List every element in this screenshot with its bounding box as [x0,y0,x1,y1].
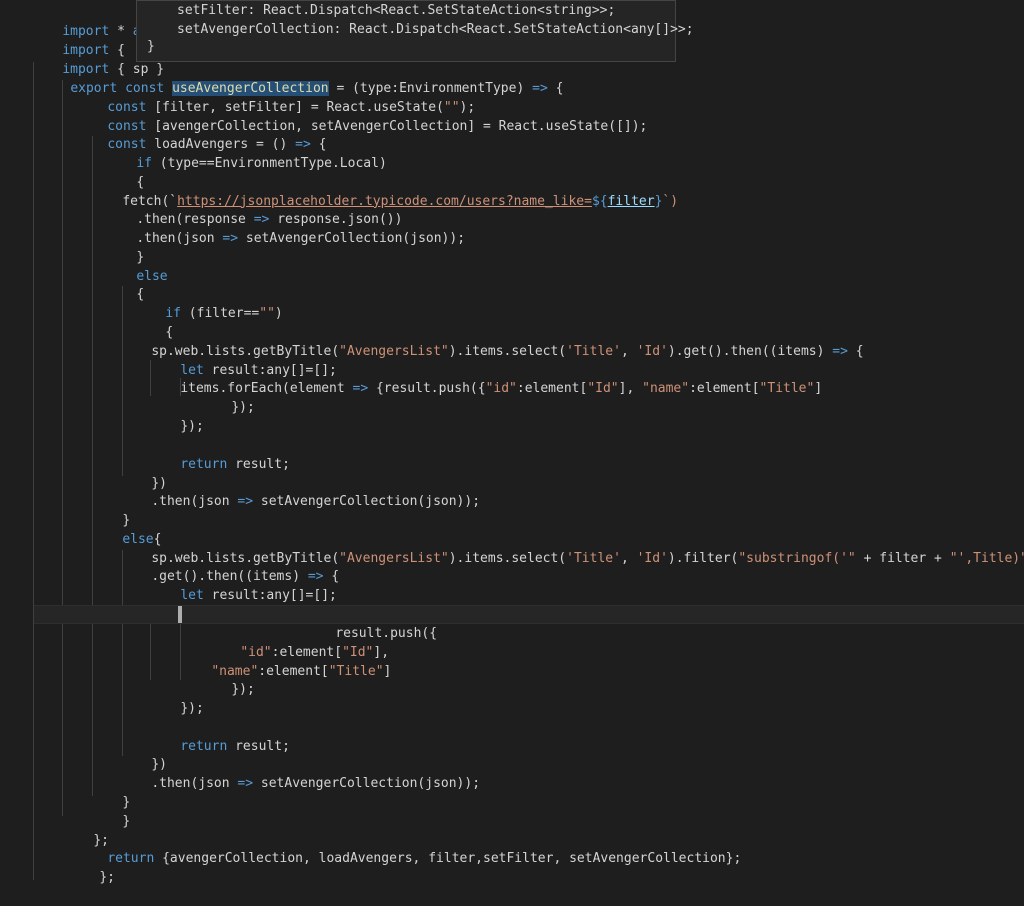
code-line: let result:any[]=[]; [149,568,1024,603]
code-line: let result:any[]=[]; [149,343,1024,378]
code-line: "name":element["Title"] [180,644,1024,679]
code-line: const loadAvengers = () => { [76,117,1024,152]
code-line: { [105,155,1024,190]
tooltip-line: setFilter: React.Dispatch<React.SetState… [177,3,616,18]
code-line: } [91,775,1024,810]
code-token: }); [180,700,204,716]
code-line: return result; [149,719,1024,754]
code-line: items.forEach(element => {result.push({"… [149,361,1024,396]
code-line: { [134,305,1024,340]
code-line: }) [120,737,1024,772]
code-line: sp.web.lists.getByTitle("AvengersList").… [120,324,1024,359]
code-line: else [105,249,1024,284]
tooltip-brace: } [147,39,155,54]
code-line: } [91,493,1024,528]
code-line: if (type==EnvironmentType.Local) [105,136,1024,171]
code-line: }); [149,399,1024,434]
code-line: sp.web.lists.getByTitle("AvengersList").… [120,531,1024,566]
code-line: fetch(`https://jsonplaceholder.typicode.… [91,174,1024,209]
code-line: } [91,794,1024,829]
code-line: if (filter=="") [134,286,1024,321]
code-line: }) [120,456,1024,491]
code-line: }; [62,813,1024,848]
code-line: }; [68,850,1024,885]
code-line: const [avengerCollection, setAvengerColl… [76,99,1024,134]
code-line: export const useAvengerCollection = (typ… [39,61,1024,96]
tooltip-line: setAvengerCollection: React.Dispatch<Rea… [177,22,694,37]
code-token: }); [180,418,204,434]
code-line: return {avengerCollection, loadAvengers,… [76,831,1024,866]
text-cursor [178,606,182,623]
code-line: .then(json => setAvengerCollection(json)… [120,756,1024,791]
code-line: const [filter, setFilter] = React.useSta… [107,99,476,115]
code-line: .get().then((items) => { [120,549,1024,584]
code-line: .then(json => setAvengerCollection(json)… [105,211,1024,246]
code-line: .then(json => setAvengerCollection(json)… [120,474,1024,509]
indent-guide [92,136,93,796]
code-line: items.forEach(element => { [149,587,1024,622]
code-line: else{ [91,512,1024,547]
code-token: }; [99,869,115,885]
code-line: }); [149,681,1024,716]
code-line: }); [200,380,1024,415]
indent-guide [33,62,34,880]
hover-tooltip: setFilter: React.Dispatch<React.SetState… [136,0,694,62]
code-line: .then(response => response.json()) [105,192,1024,227]
code-editor[interactable]: import * as Re import { Envi import { sp… [0,0,1024,893]
indent-guide [62,80,63,816]
code-line: return result; [149,437,1024,472]
indent-guide [122,286,123,476]
code-line: "id":element["Id"], [209,625,1024,660]
code-line: { [105,267,1024,302]
current-code-line: result.push({ [34,605,1024,641]
code-line: }); [200,662,1024,697]
code-line: } [105,230,1024,265]
